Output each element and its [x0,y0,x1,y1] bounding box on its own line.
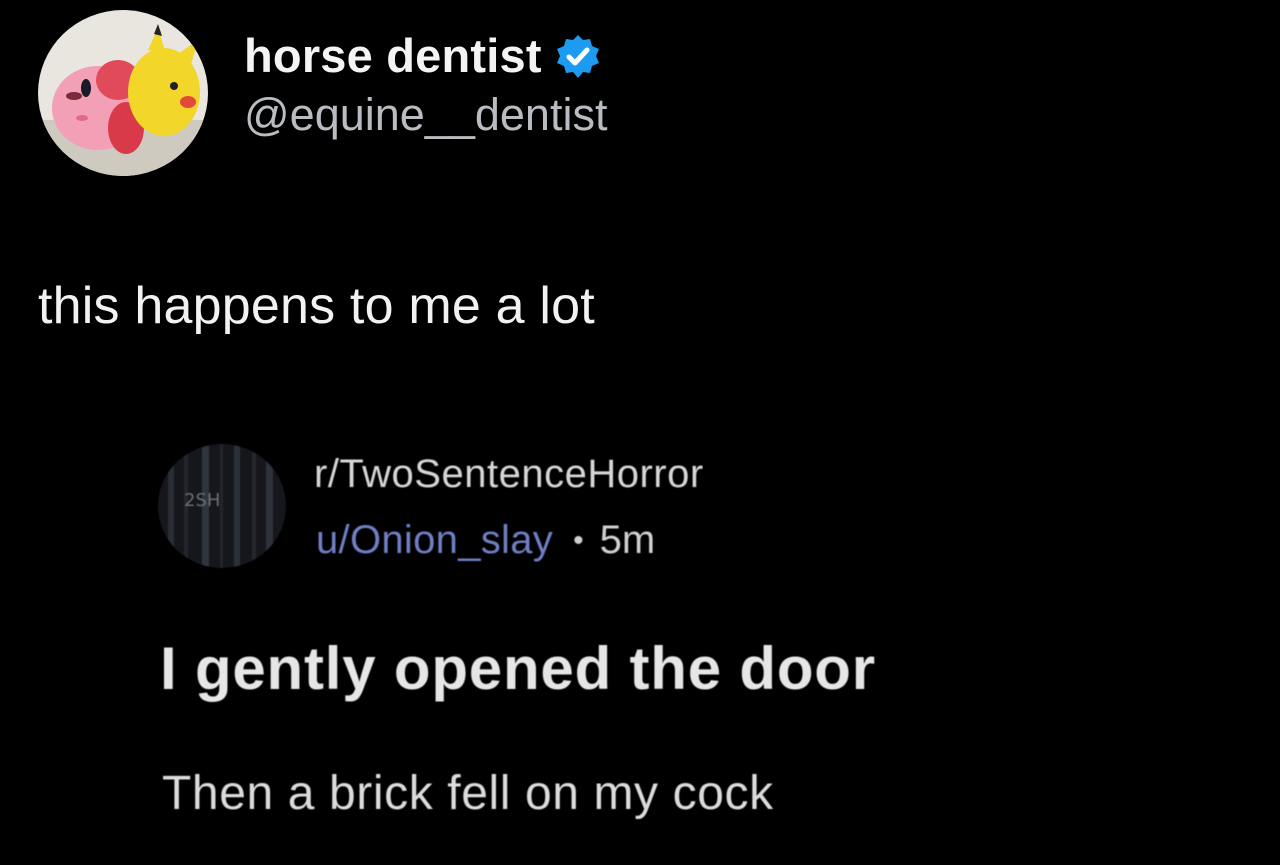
kirby-pikachu-avatar-icon[interactable] [38,10,208,176]
post-timestamp: 5m [599,518,656,562]
name-row: horse dentist [244,28,607,83]
subreddit-avatar-icon[interactable]: 2SH [158,444,286,568]
post-author-link[interactable]: u/Onion_slay [316,518,553,563]
post-title: I gently opened the door [160,635,876,702]
quoted-reddit-post[interactable]: 2SH r/TwoSentenceHorror u/Onion_slay • 5… [0,430,1280,865]
tweet-text: this happens to me a lot [38,277,595,335]
meta-separator: • [573,523,584,557]
subreddit-name[interactable]: r/TwoSentenceHorror [314,452,704,497]
verified-badge-icon [554,33,602,81]
tweet-header: horse dentist @equine__dentist [38,10,607,176]
tweet-author: horse dentist @equine__dentist [244,28,607,141]
author-handle[interactable]: @equine__dentist [244,89,607,141]
svg-text:2SH: 2SH [184,490,220,511]
post-meta: u/Onion_slay • 5m [316,518,655,563]
display-name[interactable]: horse dentist [244,28,542,83]
post-body: Then a brick fell on my cock [162,767,774,820]
